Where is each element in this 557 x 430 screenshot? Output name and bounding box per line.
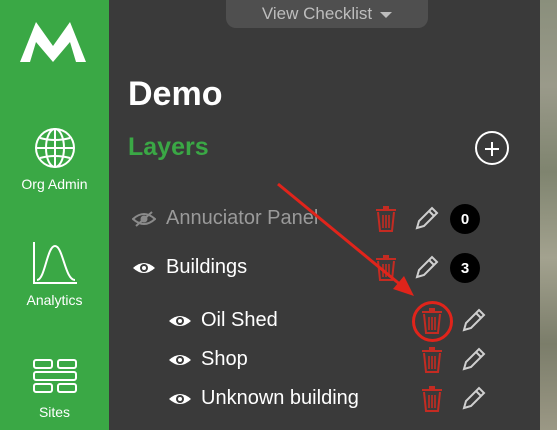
trash-icon[interactable] <box>375 255 397 281</box>
layer-count-badge: 3 <box>450 253 480 283</box>
map-view[interactable] <box>540 0 557 430</box>
trash-icon[interactable] <box>421 386 443 412</box>
nav-analytics-label: Analytics <box>26 292 83 308</box>
trash-icon[interactable] <box>375 206 397 232</box>
layer-name-oil-shed[interactable]: Oil Shed <box>201 309 278 332</box>
pencil-icon[interactable] <box>460 386 486 412</box>
layers-heading: Layers <box>128 133 209 161</box>
pencil-icon[interactable] <box>413 206 439 232</box>
layer-name-buildings[interactable]: Buildings <box>166 256 247 279</box>
view-checklist-button[interactable]: View Checklist <box>226 0 428 28</box>
pencil-icon[interactable] <box>460 308 486 334</box>
pencil-icon[interactable] <box>413 255 439 281</box>
trash-icon[interactable] <box>421 347 443 373</box>
globe-icon <box>34 128 75 168</box>
view-checklist-label: View Checklist <box>261 4 373 23</box>
eye-icon[interactable] <box>168 352 192 368</box>
caret-down-icon <box>380 12 393 18</box>
layer-name-shop[interactable]: Shop <box>201 348 248 371</box>
layer-count-badge: 0 <box>450 204 480 234</box>
nav-org-admin-label: Org Admin <box>21 176 88 192</box>
eye-icon[interactable] <box>132 260 156 276</box>
chart-curve-icon <box>32 242 77 284</box>
layer-name-unknown-building[interactable]: Unknown building <box>201 387 359 410</box>
layer-name-annuciator-panel[interactable]: Annuciator Panel <box>166 207 318 230</box>
eye-icon[interactable] <box>168 391 192 407</box>
nav-sites[interactable]: Sites <box>0 358 109 420</box>
nav-sites-label: Sites <box>38 404 71 420</box>
pencil-icon[interactable] <box>460 347 486 373</box>
nav-org-admin[interactable]: Org Admin <box>0 126 109 192</box>
eye-icon[interactable] <box>168 313 192 329</box>
m-logo-icon[interactable] <box>20 18 86 62</box>
eye-hidden-icon[interactable] <box>132 211 156 227</box>
nav-analytics[interactable]: Analytics <box>0 240 109 308</box>
highlight-circle <box>412 301 453 342</box>
add-layer-button[interactable] <box>475 131 509 165</box>
sites-grid-icon <box>32 359 77 393</box>
sidebar: Org Admin Analytics Sites <box>0 0 109 430</box>
project-title: Demo <box>128 75 223 113</box>
